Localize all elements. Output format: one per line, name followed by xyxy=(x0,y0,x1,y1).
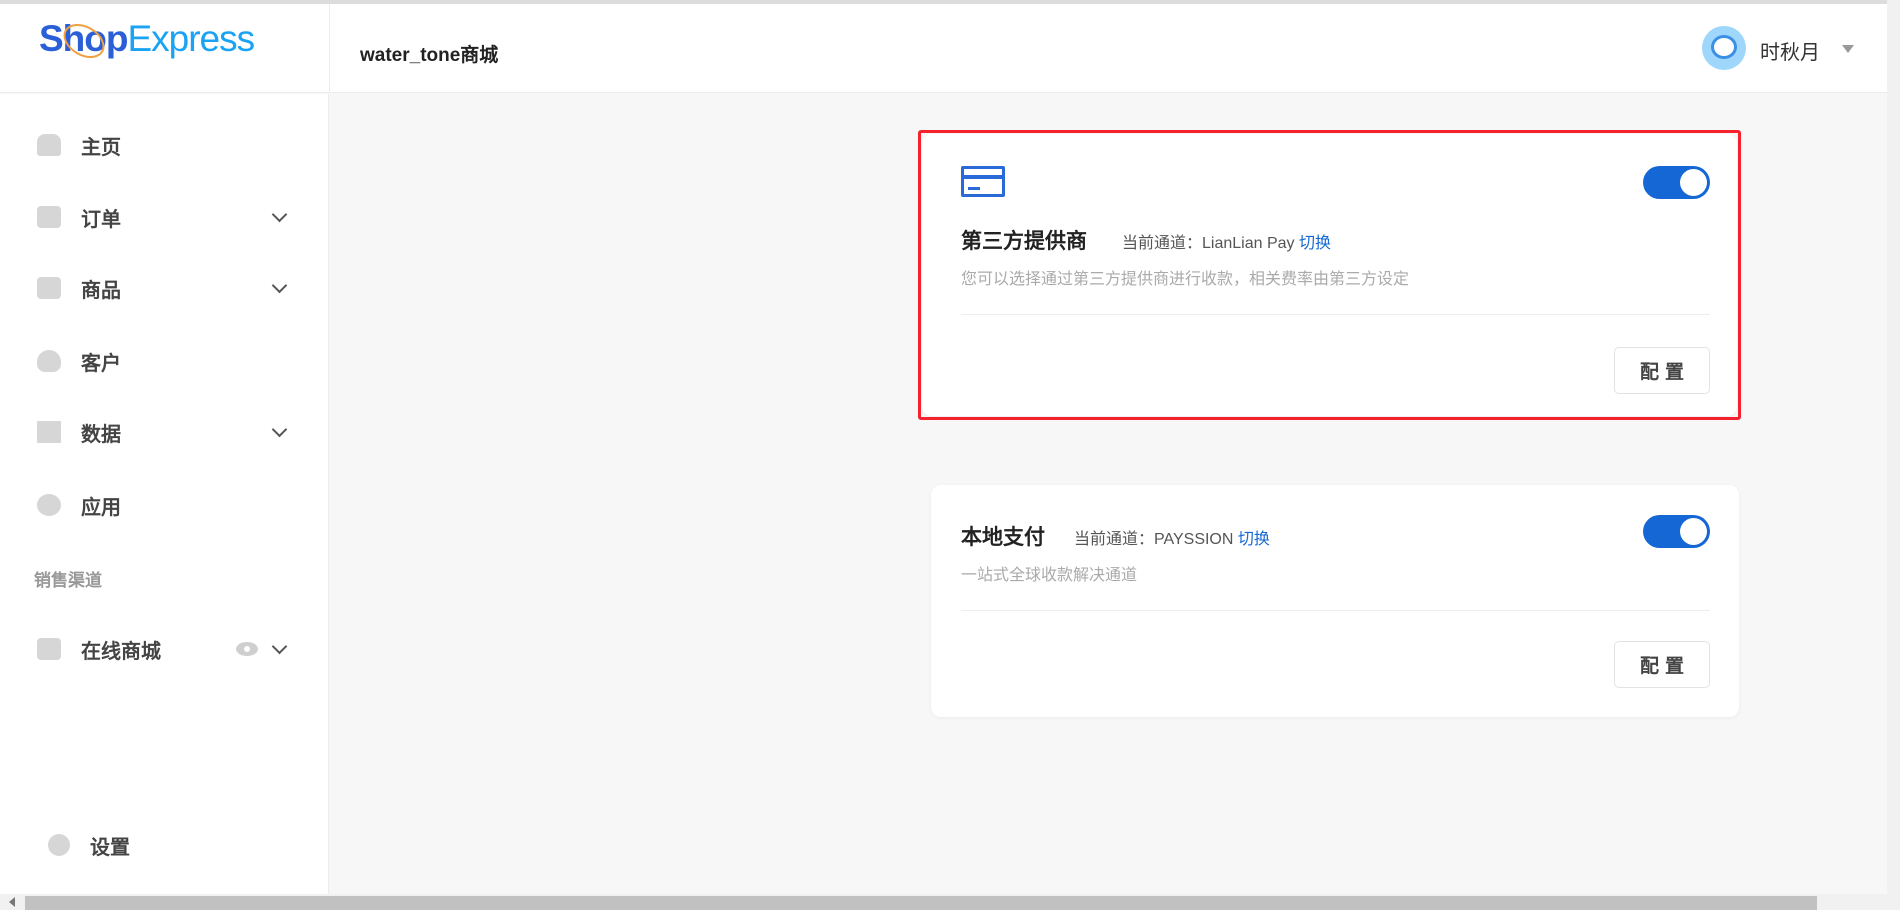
bag-icon xyxy=(37,277,61,299)
header-divider xyxy=(329,4,330,93)
caret-down-icon[interactable] xyxy=(1842,45,1854,53)
toggle-knob xyxy=(1680,169,1707,196)
scroll-left-arrow-icon[interactable] xyxy=(9,897,15,907)
home-icon xyxy=(37,134,61,156)
sidebar-item-settings[interactable]: 设置 xyxy=(0,820,329,870)
third-party-toggle[interactable] xyxy=(1643,166,1710,199)
sidebar-item-online-store[interactable]: 在线商城 xyxy=(0,624,329,674)
sidebar-item-label: 订单 xyxy=(81,208,121,231)
chevron-down-icon[interactable] xyxy=(271,277,288,293)
order-icon xyxy=(37,206,61,228)
card-description: 一站式全球收款解决通道 xyxy=(961,567,1138,584)
toggle-knob xyxy=(1680,518,1707,545)
sidebar-item-products[interactable]: 商品 xyxy=(0,263,329,313)
current-channel-text: 当前通道：LianLian Pay xyxy=(1122,235,1295,252)
sidebar-item-label: 应用 xyxy=(81,496,121,519)
switch-channel-link[interactable]: 切换 xyxy=(1238,531,1270,548)
configure-button[interactable]: 配置 xyxy=(1614,641,1710,688)
card-title: 本地支付 xyxy=(961,526,1045,549)
horizontal-scrollbar-thumb[interactable] xyxy=(25,896,1817,910)
user-avatar[interactable] xyxy=(1702,26,1746,70)
sidebar-item-apps[interactable]: 应用 xyxy=(0,480,329,530)
chevron-down-icon[interactable] xyxy=(271,206,288,222)
section-sales-channels: 销售渠道 xyxy=(34,571,102,590)
card-divider xyxy=(961,314,1710,315)
credit-card-icon xyxy=(961,166,1005,197)
sidebar-item-data[interactable]: 数据 xyxy=(0,407,329,457)
eye-icon[interactable] xyxy=(236,642,258,656)
current-channel-text: 当前通道：PAYSSION xyxy=(1074,531,1234,548)
chevron-down-icon[interactable] xyxy=(271,421,288,437)
logo-text-express: Express xyxy=(127,18,255,59)
chevron-down-icon[interactable] xyxy=(271,638,288,654)
local-payment-toggle[interactable] xyxy=(1643,515,1710,548)
store-name: water_tone商城 xyxy=(360,45,499,66)
chart-icon xyxy=(37,421,61,443)
sidebar-item-label: 在线商城 xyxy=(81,640,161,663)
sidebar-item-home[interactable]: 主页 xyxy=(0,120,329,170)
sidebar-item-label: 商品 xyxy=(81,279,121,302)
sidebar-item-customers[interactable]: 客户 xyxy=(0,336,329,386)
app-icon xyxy=(37,494,61,516)
card-divider xyxy=(961,610,1710,611)
configure-button[interactable]: 配置 xyxy=(1614,347,1710,394)
vertical-scrollbar[interactable] xyxy=(1887,0,1900,894)
sidebar-item-label: 数据 xyxy=(81,423,121,446)
sidebar-item-label: 设置 xyxy=(90,836,130,859)
current-channel: 当前通道：PAYSSION 切换 xyxy=(1074,525,1270,549)
sidebar-item-label: 主页 xyxy=(81,136,121,159)
gear-icon xyxy=(48,834,70,856)
current-channel: 当前通道：LianLian Pay 切换 xyxy=(1122,229,1331,253)
card-title: 第三方提供商 xyxy=(961,230,1087,253)
card-description: 您可以选择通过第三方提供商进行收款，相关费率由第三方设定 xyxy=(961,271,1410,288)
avatar-face-icon xyxy=(1711,35,1737,59)
user-icon xyxy=(37,350,61,372)
switch-channel-link[interactable]: 切换 xyxy=(1299,235,1331,252)
sidebar-item-orders[interactable]: 订单 xyxy=(0,192,329,242)
top-header xyxy=(0,4,1887,93)
sidebar-item-label: 客户 xyxy=(81,352,121,375)
user-name[interactable]: 时秋月 xyxy=(1760,36,1820,65)
store-icon xyxy=(37,638,61,660)
